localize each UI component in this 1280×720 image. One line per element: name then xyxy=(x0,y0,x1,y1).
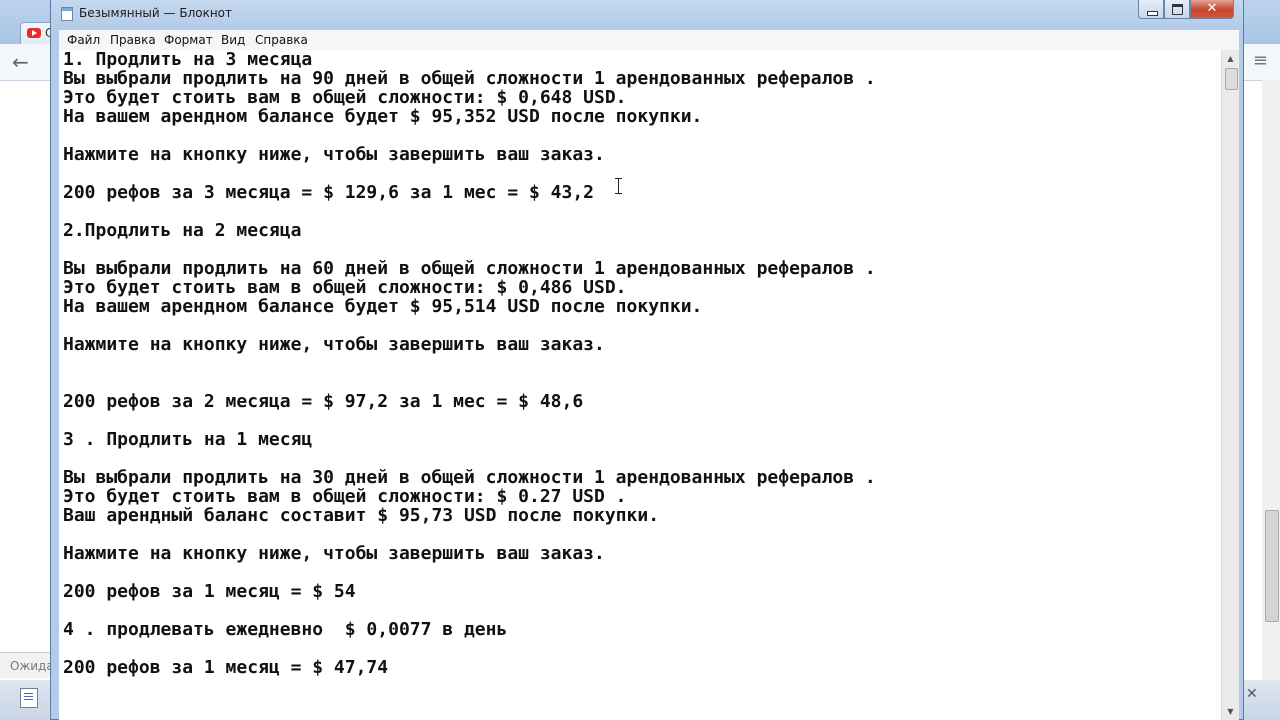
notepad-app-icon[interactable] xyxy=(61,7,73,21)
text-line[interactable]: 200 рефов за 2 месяца = $ 97,2 за 1 мес … xyxy=(63,392,876,411)
browser-scrollbar[interactable] xyxy=(1262,80,1280,680)
text-line[interactable] xyxy=(63,601,876,620)
menu-format[interactable]: Формат xyxy=(164,33,213,47)
text-line[interactable] xyxy=(63,126,876,145)
text-line[interactable]: 200 рефов за 3 месяца = $ 129,6 за 1 мес… xyxy=(63,183,876,202)
text-line[interactable] xyxy=(63,202,876,221)
text-line[interactable]: Ваш арендный баланс составит $ 95,73 USD… xyxy=(63,506,876,525)
text-line[interactable]: Вы выбрали продлить на 30 дней в общей с… xyxy=(63,468,876,487)
vertical-scrollbar[interactable]: ▲ ▼ xyxy=(1221,50,1239,720)
text-line[interactable] xyxy=(63,316,876,335)
menu-bar: Файл Правка Формат Вид Справка xyxy=(59,30,1239,51)
text-line[interactable] xyxy=(63,373,876,392)
text-line[interactable] xyxy=(63,525,876,544)
text-line[interactable]: 1. Продлить на 3 месяца xyxy=(63,50,876,69)
text-line[interactable] xyxy=(63,639,876,658)
text-line[interactable]: 200 рефов за 1 месяц = $ 47,74 xyxy=(63,658,876,677)
text-line[interactable]: Нажмите на кнопку ниже, чтобы завершить … xyxy=(63,335,876,354)
notepad-window: Безымянный — Блокнот ✕ Файл Правка Форма… xyxy=(50,0,1244,720)
menu-file[interactable]: Файл xyxy=(67,33,100,47)
text-line[interactable]: 3 . Продлить на 1 месяц xyxy=(63,430,876,449)
text-line[interactable] xyxy=(63,240,876,259)
text-line[interactable] xyxy=(63,354,876,373)
caption-buttons: ✕ xyxy=(1138,0,1234,20)
menu-edit[interactable]: Правка xyxy=(110,33,156,47)
minimize-button[interactable] xyxy=(1138,0,1164,19)
text-line[interactable]: На вашем арендном балансе будет $ 95,352… xyxy=(63,107,876,126)
back-arrow-icon[interactable]: ← xyxy=(12,50,29,74)
scroll-thumb[interactable] xyxy=(1225,68,1238,90)
text-line[interactable] xyxy=(63,449,876,468)
browser-scroll-thumb[interactable] xyxy=(1265,510,1279,622)
text-line[interactable]: 4 . продлевать ежедневно $ 0,0077 в день xyxy=(63,620,876,639)
browser-status-bar: Ожидан xyxy=(0,652,56,678)
text-line[interactable]: Вы выбрали продлить на 60 дней в общей с… xyxy=(63,259,876,278)
youtube-icon xyxy=(27,28,41,38)
close-icon[interactable]: ✕ xyxy=(1246,686,1258,702)
close-button[interactable]: ✕ xyxy=(1190,0,1234,19)
text-line[interactable] xyxy=(63,164,876,183)
window-title: Безымянный — Блокнот xyxy=(79,6,233,20)
maximize-button[interactable] xyxy=(1164,0,1190,19)
menu-icon[interactable]: ≡ xyxy=(1253,50,1268,71)
text-line[interactable]: Это будет стоить вам в общей сложности: … xyxy=(63,88,876,107)
text-cursor-icon xyxy=(615,178,622,194)
scroll-up-icon[interactable]: ▲ xyxy=(1222,50,1239,67)
text-line[interactable]: 2.Продлить на 2 месяца xyxy=(63,221,876,240)
menu-help[interactable]: Справка xyxy=(255,33,308,47)
text-line[interactable]: 200 рефов за 1 месяц = $ 54 xyxy=(63,582,876,601)
text-editor[interactable]: 1. Продлить на 3 месяца Вы выбрали продли… xyxy=(59,50,1221,720)
text-line[interactable]: Это будет стоить вам в общей сложности: … xyxy=(63,487,876,506)
minimize-icon xyxy=(1147,11,1158,16)
text-line[interactable]: Это будет стоить вам в общей сложности: … xyxy=(63,278,876,297)
text-line[interactable]: Нажмите на кнопку ниже, чтобы завершить … xyxy=(63,145,876,164)
maximize-icon xyxy=(1172,4,1183,15)
menu-view[interactable]: Вид xyxy=(221,33,245,47)
text-line[interactable]: На вашем арендном балансе будет $ 95,514… xyxy=(63,297,876,316)
text-line[interactable]: Нажмите на кнопку ниже, чтобы завершить … xyxy=(63,544,876,563)
close-icon: ✕ xyxy=(1206,1,1218,16)
document-icon[interactable] xyxy=(20,688,38,708)
scroll-down-icon[interactable]: ▼ xyxy=(1222,703,1239,720)
text-line[interactable] xyxy=(63,563,876,582)
editor-text[interactable]: 1. Продлить на 3 месяца Вы выбрали продли… xyxy=(63,50,876,677)
text-line[interactable] xyxy=(63,411,876,430)
text-line[interactable]: Вы выбрали продлить на 90 дней в общей с… xyxy=(63,69,876,88)
